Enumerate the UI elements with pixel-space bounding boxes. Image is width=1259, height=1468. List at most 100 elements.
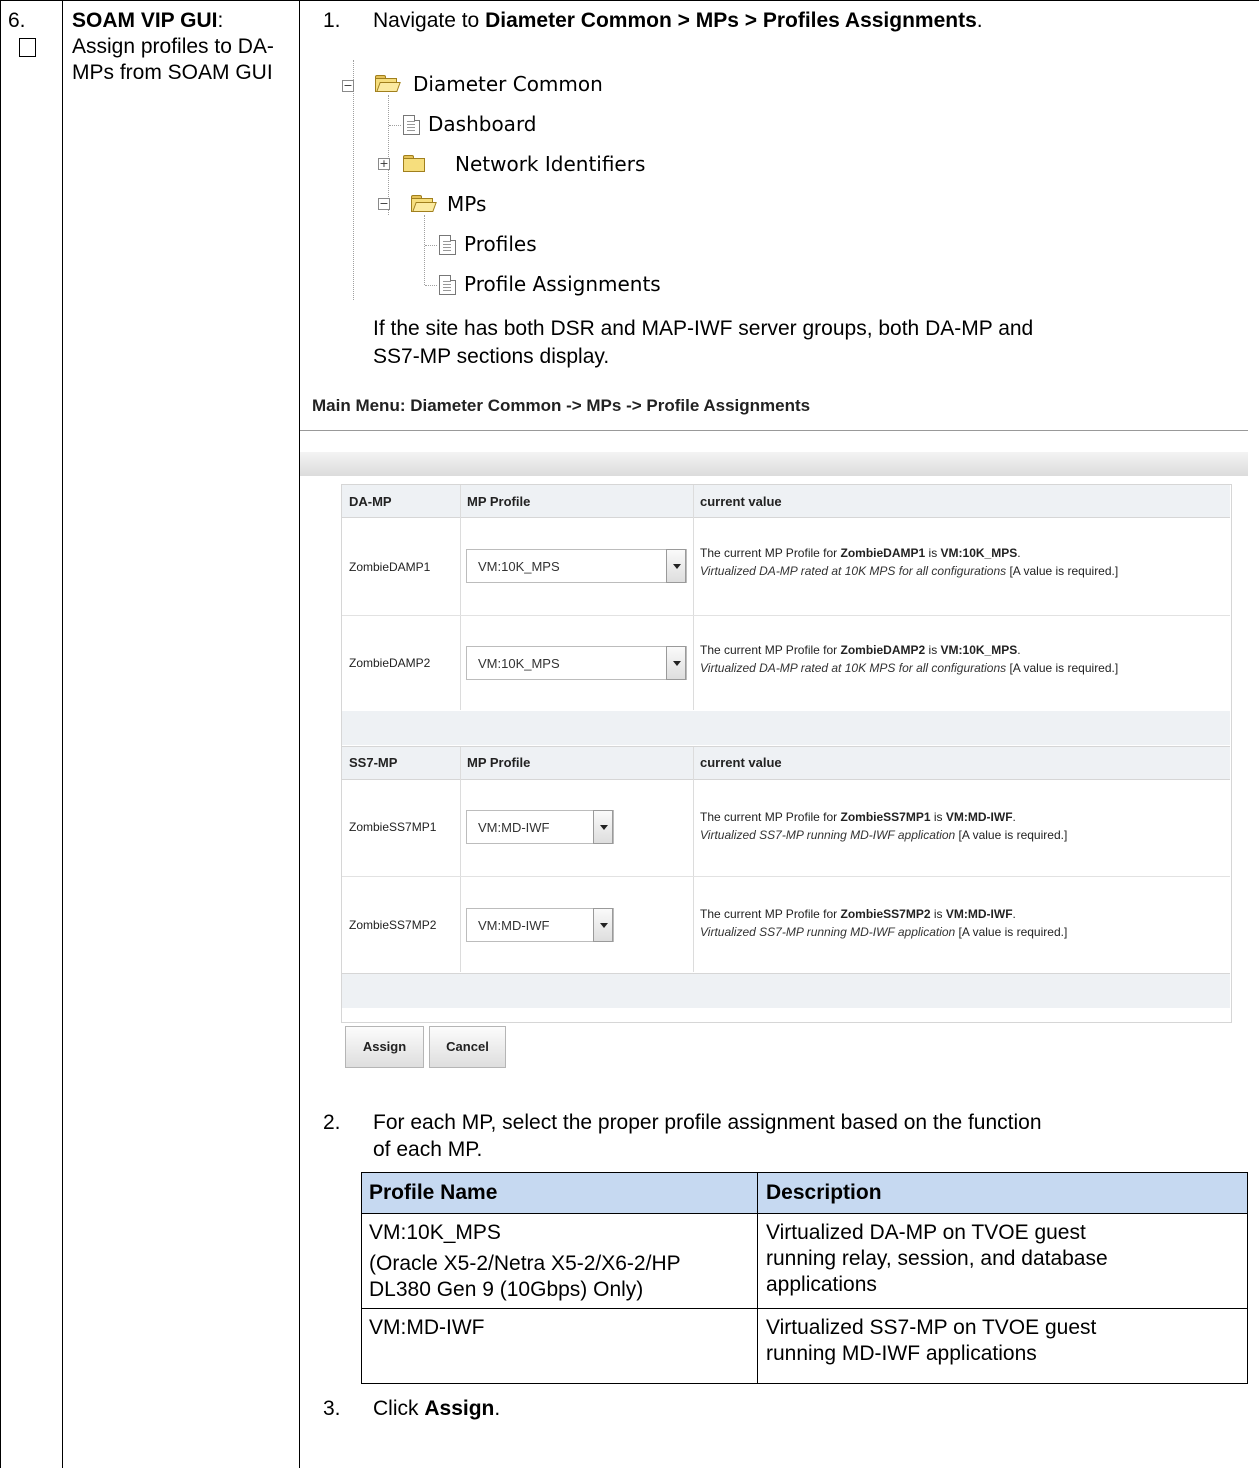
ss7mp-name: ZombieSS7MP2 bbox=[349, 918, 437, 932]
cur-name: ZombieDAMP1 bbox=[840, 546, 926, 560]
tree-guide bbox=[424, 215, 425, 285]
tree-item-mps[interactable]: MPs bbox=[447, 189, 486, 219]
collapse-icon[interactable]: − bbox=[342, 80, 354, 92]
chevron-down-icon[interactable] bbox=[593, 810, 613, 844]
item3-suffix: . bbox=[494, 1397, 501, 1420]
profile-desc: applications bbox=[766, 1273, 877, 1296]
table-top-border bbox=[0, 0, 1259, 1]
collapse-icon[interactable]: − bbox=[378, 198, 390, 210]
pt-border bbox=[1247, 1172, 1248, 1384]
profile-desc: running MD-IWF applications bbox=[766, 1342, 1037, 1365]
step-number: 6. bbox=[8, 9, 26, 32]
cur-mid: is bbox=[925, 546, 941, 560]
current-value-text: The current MP Profile for ZombieSS7MP2 … bbox=[700, 905, 1230, 941]
step-title-colon: : bbox=[217, 9, 224, 32]
select-value: VM:MD-IWF bbox=[478, 820, 550, 835]
cancel-button[interactable]: Cancel bbox=[429, 1026, 506, 1068]
page-title: Main Menu: Diameter Common -> MPs -> Pro… bbox=[312, 396, 811, 415]
profile-desc: running relay, session, and database bbox=[766, 1247, 1108, 1270]
table-left-border bbox=[0, 0, 1, 1468]
cur-prefix: The current MP Profile for bbox=[700, 907, 841, 921]
chevron-down-icon[interactable] bbox=[593, 908, 613, 942]
tree-item-profiles[interactable]: Profiles bbox=[464, 229, 537, 259]
footer-spacer bbox=[342, 973, 1230, 1008]
row-separator bbox=[342, 615, 1230, 616]
cur-desc: Virtualized SS7-MP running MD-IWF applic… bbox=[700, 925, 956, 939]
cur-req: [A value is required.] bbox=[1006, 564, 1119, 578]
item3-prefix: Click bbox=[373, 1397, 425, 1420]
header-description: Description bbox=[766, 1181, 882, 1204]
mp-profile-select[interactable]: VM:10K_MPS bbox=[466, 549, 687, 583]
open-folder-icon bbox=[411, 195, 437, 212]
pt-border bbox=[361, 1213, 1248, 1214]
profile-name-note: DL380 Gen 9 (10Gbps) Only) bbox=[369, 1278, 644, 1301]
tree-guide bbox=[389, 125, 401, 126]
tree-guide bbox=[425, 285, 437, 286]
cur-desc: Virtualized SS7-MP running MD-IWF applic… bbox=[700, 828, 956, 842]
item1-prefix: Navigate to bbox=[373, 9, 486, 32]
tree-item-profile-assignments[interactable]: Profile Assignments bbox=[464, 269, 661, 299]
select-value: VM:10K_MPS bbox=[478, 559, 560, 574]
step-title: SOAM VIP GUI: bbox=[72, 8, 292, 34]
step-checkbox[interactable] bbox=[19, 38, 36, 57]
page-icon bbox=[439, 235, 456, 255]
desc-col-divider bbox=[299, 0, 300, 1468]
note-line-1: If the site has both DSR and MAP-IWF ser… bbox=[373, 317, 1034, 340]
step-col-divider bbox=[62, 0, 63, 1468]
col-divider bbox=[460, 747, 461, 972]
cur-desc: Virtualized DA-MP rated at 10K MPS for a… bbox=[700, 661, 1007, 675]
tree-label: MPs bbox=[447, 192, 487, 216]
col-damp: DA-MP bbox=[349, 494, 392, 509]
profile-name: VM:10K_MPS bbox=[369, 1221, 501, 1244]
tree-guide bbox=[353, 60, 354, 300]
toolbar-band bbox=[300, 452, 1248, 476]
assign-button[interactable]: Assign bbox=[345, 1026, 424, 1068]
item1-path: Diameter Common > MPs > Profiles Assignm… bbox=[485, 9, 977, 32]
ss7mp-name: ZombieSS7MP1 bbox=[349, 820, 437, 834]
cur-prefix: The current MP Profile for bbox=[700, 546, 841, 560]
col-ss7mp: SS7-MP bbox=[349, 755, 398, 770]
chevron-down-icon[interactable] bbox=[666, 549, 686, 583]
cur-value: VM:10K_MPS bbox=[940, 643, 1018, 657]
pt-border bbox=[361, 1172, 362, 1384]
header-profile-name: Profile Name bbox=[369, 1181, 498, 1204]
mp-profile-select[interactable]: VM:MD-IWF bbox=[466, 908, 614, 942]
cur-end: . bbox=[1012, 907, 1016, 921]
mp-profile-select[interactable]: VM:MD-IWF bbox=[466, 810, 614, 844]
section-spacer bbox=[342, 711, 1230, 745]
tree-item-network-identifiers[interactable]: Network Identifiers bbox=[455, 149, 645, 179]
cur-req: [A value is required.] bbox=[955, 925, 1068, 939]
cur-value: VM:MD-IWF bbox=[945, 907, 1013, 921]
current-value-text: The current MP Profile for ZombieDAMP1 i… bbox=[700, 544, 1230, 580]
cur-mid: is bbox=[925, 643, 941, 657]
cur-mid: is bbox=[930, 907, 946, 921]
page-icon bbox=[403, 115, 420, 135]
col-current-value: current value bbox=[700, 494, 782, 509]
cur-end: . bbox=[1012, 810, 1016, 824]
pt-border bbox=[361, 1308, 1248, 1309]
item2-number: 2. bbox=[323, 1111, 341, 1134]
cur-req: [A value is required.] bbox=[1006, 661, 1119, 675]
expand-icon[interactable]: + bbox=[378, 158, 390, 170]
tree-label: Profile Assignments bbox=[464, 272, 661, 296]
mp-profile-select[interactable]: VM:10K_MPS bbox=[466, 646, 687, 680]
tree-guide bbox=[425, 245, 437, 246]
col-mp-profile: MP Profile bbox=[467, 494, 531, 509]
select-value: VM:10K_MPS bbox=[478, 656, 560, 671]
cur-prefix: The current MP Profile for bbox=[700, 810, 841, 824]
pt-border bbox=[757, 1172, 758, 1384]
title-separator bbox=[300, 430, 1248, 431]
tree-item-dashboard[interactable]: Dashboard bbox=[428, 109, 537, 139]
page-icon bbox=[439, 275, 456, 295]
item1-suffix: . bbox=[976, 9, 983, 32]
cur-name: ZombieSS7MP2 bbox=[840, 907, 931, 921]
col-current-value: current value bbox=[700, 755, 782, 770]
tree-item-diameter-common[interactable]: Diameter Common bbox=[413, 69, 603, 99]
cur-req: [A value is required.] bbox=[955, 828, 1068, 842]
tree-label: Network Identifiers bbox=[455, 152, 646, 176]
chevron-down-icon[interactable] bbox=[666, 646, 686, 680]
step-title-bold: SOAM VIP GUI bbox=[72, 9, 218, 32]
damp-name: ZombieDAMP1 bbox=[349, 560, 431, 574]
profile-desc: Virtualized DA-MP on TVOE guest bbox=[766, 1221, 1086, 1244]
profile-name-note: (Oracle X5-2/Netra X5-2/X6-2/HP bbox=[369, 1252, 681, 1275]
